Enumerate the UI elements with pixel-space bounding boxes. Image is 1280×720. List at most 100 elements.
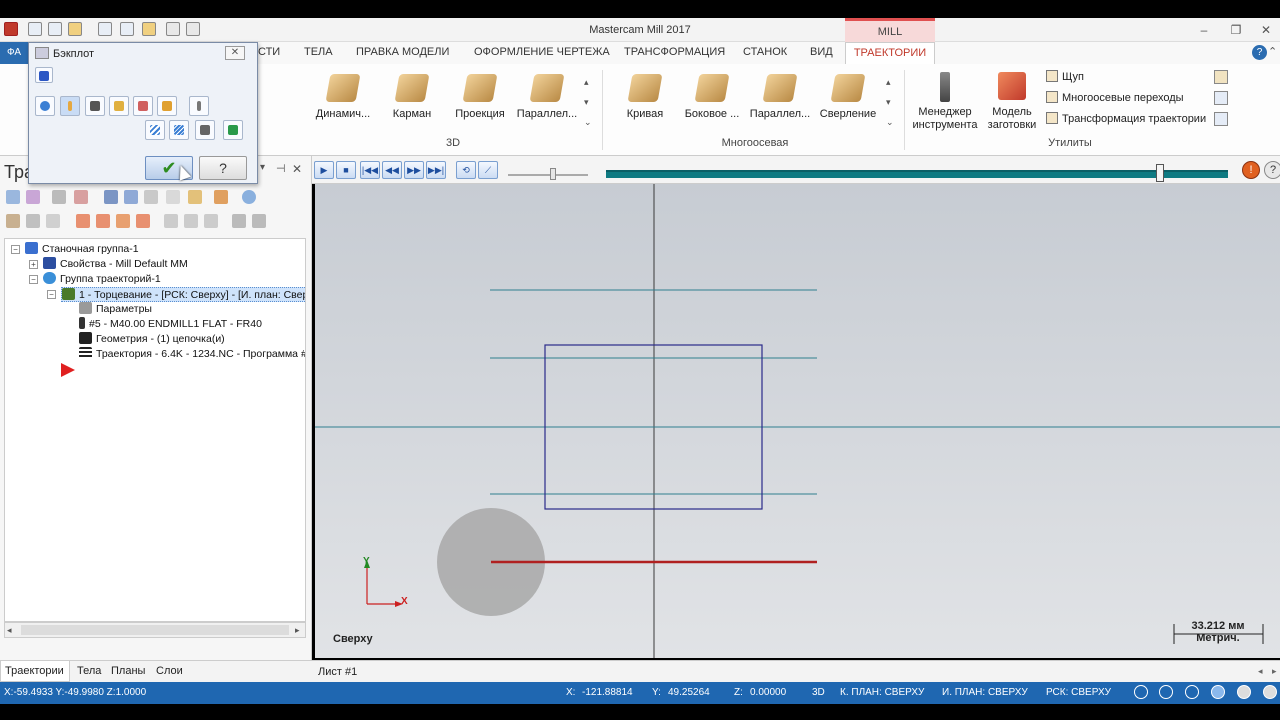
drill-button[interactable]: Сверление [813, 72, 883, 134]
tab-levels-manager[interactable]: Слои [156, 665, 183, 677]
move-up-icon[interactable] [96, 214, 110, 228]
tool-plane[interactable]: И. ПЛАН: СВЕРХУ [942, 687, 1028, 698]
speed-slider-track[interactable] [508, 174, 588, 176]
dynamic-toolpath-button[interactable]: Динамич... [308, 72, 378, 134]
pin-icon[interactable]: ⊣ [276, 162, 286, 175]
bp-screenshot-button[interactable] [195, 120, 215, 140]
sheet-scroll-left-icon[interactable]: ◂ [1258, 666, 1263, 677]
settings-icon[interactable] [252, 214, 266, 228]
backplot-icon[interactable] [104, 190, 118, 204]
sheet-tab[interactable]: Лист #1 [318, 666, 357, 678]
play-button[interactable]: ▶ [314, 161, 334, 179]
collapse-icon[interactable]: − [29, 275, 38, 284]
insert-arrow-icon[interactable] [61, 363, 75, 377]
scroll-left-icon[interactable]: ◂ [7, 625, 12, 636]
dialog-help-button[interactable]: ? [199, 156, 247, 180]
scroll-arrow-icon[interactable] [136, 214, 150, 228]
dropdown-arrow-icon[interactable]: ▾ [260, 162, 265, 173]
step-forward-button[interactable]: ▶▶ [404, 161, 424, 179]
mode-3d-toggle[interactable]: 3D [812, 687, 825, 698]
tab-solids-manager[interactable]: Тела [77, 665, 101, 677]
help-icon[interactable]: ? [1252, 45, 1267, 60]
bp-option-4[interactable] [109, 96, 129, 116]
display-option-button[interactable]: ⟋ [478, 161, 498, 179]
insert-arrow-icon[interactable] [116, 214, 130, 228]
collapse-icon[interactable]: − [11, 245, 20, 254]
bp-save-button[interactable] [223, 120, 243, 140]
tab-toolpaths[interactable]: ТРАЕКТОРИИ [845, 42, 935, 64]
track-option-button[interactable]: ⟲ [456, 161, 476, 179]
tab-transform[interactable]: ТРАНСФОРМАЦИЯ [624, 46, 725, 58]
shaded-wire-icon[interactable] [1185, 685, 1199, 699]
tab-planes-manager[interactable]: Планы [111, 665, 145, 677]
collapse-icon[interactable]: − [47, 290, 56, 299]
wcs-plane[interactable]: РСК: СВЕРХУ [1046, 687, 1111, 698]
y-coordinate[interactable]: 49.25264 [668, 687, 710, 698]
tree-item-parameters[interactable]: Параметры [79, 302, 152, 317]
pocket-button[interactable]: Карман [377, 72, 447, 134]
bp-option-2[interactable] [60, 96, 80, 116]
step-back-button[interactable]: ◀◀ [382, 161, 402, 179]
dialog-close-button[interactable]: ✕ [225, 46, 245, 60]
deselect-icon[interactable] [26, 190, 40, 204]
bp-option-8[interactable] [145, 120, 165, 140]
probe-button[interactable]: Щуп [1046, 70, 1084, 83]
z-coordinate[interactable]: 0.00000 [750, 687, 786, 698]
collapse-dialog-button[interactable] [35, 67, 53, 83]
parallel-multiaxis-button[interactable]: Параллел... [745, 72, 815, 134]
tab-surfaces[interactable]: СТИ [258, 46, 280, 58]
verify-icon[interactable] [124, 190, 138, 204]
move-down-icon[interactable] [76, 214, 90, 228]
close-button[interactable]: ✕ [1256, 22, 1276, 38]
shaded-icon[interactable] [1211, 685, 1225, 699]
utility-icon-1[interactable] [1214, 70, 1228, 84]
bp-option-5[interactable] [133, 96, 153, 116]
highfeed-icon[interactable] [188, 190, 202, 204]
expand-icon[interactable]: + [29, 260, 38, 269]
projection-button[interactable]: Проекция [445, 72, 515, 134]
backplot-progress-thumb[interactable] [1156, 164, 1164, 182]
curve-button[interactable]: Кривая [610, 72, 680, 134]
parallel-3d-button[interactable]: Параллел... [512, 72, 582, 134]
bp-option-6[interactable] [157, 96, 177, 116]
scroll-right-icon[interactable]: ▸ [295, 625, 300, 636]
bp-option-1[interactable] [35, 96, 55, 116]
post-icon[interactable] [166, 190, 180, 204]
tab-toolpaths-manager[interactable]: Траектории [5, 665, 64, 677]
horizontal-scrollbar[interactable]: ◂ ▸ [4, 622, 306, 638]
forward-end-button[interactable]: ▶▶| [426, 161, 446, 179]
sheet-scroll-right-icon[interactable]: ▸ [1272, 666, 1277, 677]
lock-icon[interactable] [6, 214, 20, 228]
tab-model-prep[interactable]: ПРАВКА МОДЕЛИ [356, 46, 449, 58]
tree-item-machine-group[interactable]: Станочная группа-1 [25, 242, 139, 257]
x-coordinate[interactable]: -121.88814 [582, 687, 633, 698]
warning-icon[interactable]: ! [1242, 161, 1260, 179]
toggle-display-icon[interactable] [26, 214, 40, 228]
tree-item-geometry[interactable]: Геометрия - (1) цепочка(и) [79, 332, 225, 347]
tree-item-facing-operation[interactable]: 1 - Торцевание - [РСК: Сверху] - [И. пла… [61, 287, 305, 302]
tab-drafting[interactable]: ОФОРМЛЕНИЕ ЧЕРТЕЖА [474, 46, 610, 58]
display-selected-icon[interactable] [204, 214, 218, 228]
graphics-viewport[interactable]: Y X Сверху 33.212 мм Метрич. [315, 184, 1280, 658]
regenerate-dirty-icon[interactable] [74, 190, 88, 204]
tree-item-properties[interactable]: Свойства - Mill Default MM [43, 257, 188, 272]
maximize-button[interactable]: ❐ [1226, 22, 1246, 38]
tab-solids[interactable]: ТЕЛА [304, 46, 333, 58]
swarf-button[interactable]: Боковое ... [677, 72, 747, 134]
simulate-icon[interactable] [144, 190, 158, 204]
multiaxis-linking-button[interactable]: Многоосевые переходы [1046, 91, 1184, 104]
options-icon[interactable] [232, 214, 246, 228]
expand-icon[interactable] [164, 214, 178, 228]
tab-file[interactable]: ФА [0, 42, 28, 64]
bp-option-9[interactable] [169, 120, 189, 140]
gallery-scroll-multiaxis[interactable]: ▴ ▾ ⌄ [886, 72, 894, 132]
toolpath-help-icon[interactable] [242, 190, 256, 204]
tab-machine[interactable]: СТАНОК [743, 46, 787, 58]
tree-item-toolpath-file[interactable]: Траектория - 6.4K - 1234.NC - Программа … [79, 347, 305, 362]
globe-icon[interactable] [1134, 685, 1148, 699]
tree-item-toolpath-group[interactable]: Группа траекторий-1 [43, 272, 161, 287]
select-all-icon[interactable] [6, 190, 20, 204]
toggle-post-icon[interactable] [46, 214, 60, 228]
wireframe-icon[interactable] [1159, 685, 1173, 699]
scroll-thumb[interactable] [21, 625, 289, 635]
